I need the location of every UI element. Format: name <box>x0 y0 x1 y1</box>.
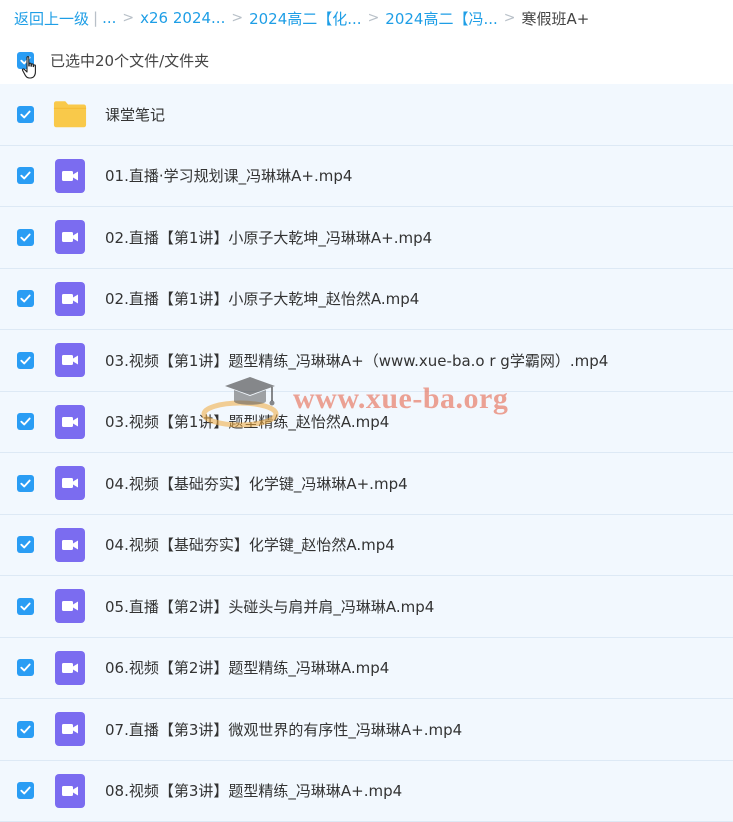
file-name[interactable]: 07.直播【第3讲】微观世界的有序性_冯琳琳A+.mp4 <box>105 719 462 740</box>
file-name[interactable]: 03.视频【第1讲】题型精练_赵怡然A.mp4 <box>105 411 389 432</box>
breadcrumb-item[interactable]: 2024高二【冯... <box>385 8 497 29</box>
check-icon <box>19 354 32 367</box>
divider: | <box>93 9 98 27</box>
file-name[interactable]: 02.直播【第1讲】小原子大乾坤_冯琳琳A+.mp4 <box>105 227 432 248</box>
video-file-icon <box>55 343 85 377</box>
video-icon-wrap <box>53 220 87 254</box>
row-checkbox[interactable] <box>17 536 34 553</box>
folder-row[interactable]: 课堂笔记 <box>0 84 733 146</box>
video-file-icon <box>55 220 85 254</box>
select-all-checkbox[interactable] <box>17 52 34 69</box>
breadcrumb-ellipsis[interactable]: ... <box>102 9 116 27</box>
selection-bar: 已选中20个文件/文件夹 <box>0 36 733 84</box>
check-icon <box>19 723 32 736</box>
file-name[interactable]: 08.视频【第3讲】题型精练_冯琳琳A+.mp4 <box>105 780 402 801</box>
file-name[interactable]: 02.直播【第1讲】小原子大乾坤_赵怡然A.mp4 <box>105 288 419 309</box>
row-checkbox[interactable] <box>17 290 34 307</box>
file-row[interactable]: 06.视频【第2讲】题型精练_冯琳琳A.mp4 <box>0 638 733 700</box>
file-name[interactable]: 课堂笔记 <box>105 104 165 125</box>
file-row[interactable]: 04.视频【基础夯实】化学键_赵怡然A.mp4 <box>0 515 733 577</box>
video-icon-wrap <box>53 589 87 623</box>
file-row[interactable]: 03.视频【第1讲】题型精练_赵怡然A.mp4 <box>0 392 733 454</box>
video-icon-wrap <box>53 712 87 746</box>
file-row[interactable]: 01.直播·学习规划课_冯琳琳A+.mp4 <box>0 146 733 208</box>
chevron-right-icon: > <box>231 10 243 26</box>
chevron-right-icon: > <box>368 10 380 26</box>
row-checkbox[interactable] <box>17 598 34 615</box>
row-checkbox[interactable] <box>17 167 34 184</box>
row-checkbox[interactable] <box>17 721 34 738</box>
check-icon <box>19 415 32 428</box>
check-icon <box>19 477 32 490</box>
back-link[interactable]: 返回上一级 <box>14 8 89 29</box>
check-icon <box>19 292 32 305</box>
check-icon <box>19 538 32 551</box>
check-icon <box>19 169 32 182</box>
video-icon-wrap <box>53 159 87 193</box>
folder-icon <box>53 99 87 129</box>
check-icon <box>19 600 32 613</box>
check-icon <box>19 231 32 244</box>
row-checkbox[interactable] <box>17 475 34 492</box>
file-name[interactable]: 03.视频【第1讲】题型精练_冯琳琳A+（www.xue-ba.o r g学霸网… <box>105 350 608 371</box>
breadcrumb-item[interactable]: 2024高二【化... <box>249 8 361 29</box>
file-name[interactable]: 01.直播·学习规划课_冯琳琳A+.mp4 <box>105 165 352 186</box>
video-icon-wrap <box>53 405 87 439</box>
video-file-icon <box>55 651 85 685</box>
check-icon <box>19 784 32 797</box>
row-checkbox[interactable] <box>17 352 34 369</box>
folder-icon-wrap <box>53 97 87 131</box>
video-file-icon <box>55 589 85 623</box>
breadcrumb-item[interactable]: x26 2024... <box>140 9 225 27</box>
file-row[interactable]: 04.视频【基础夯实】化学键_冯琳琳A+.mp4 <box>0 453 733 515</box>
row-checkbox[interactable] <box>17 659 34 676</box>
video-file-icon <box>55 282 85 316</box>
row-checkbox[interactable] <box>17 106 34 123</box>
file-row[interactable]: 07.直播【第3讲】微观世界的有序性_冯琳琳A+.mp4 <box>0 699 733 761</box>
chevron-right-icon: > <box>504 10 516 26</box>
video-icon-wrap <box>53 343 87 377</box>
file-row[interactable]: 02.直播【第1讲】小原子大乾坤_冯琳琳A+.mp4 <box>0 207 733 269</box>
check-icon <box>19 108 32 121</box>
row-checkbox[interactable] <box>17 229 34 246</box>
video-file-icon <box>55 466 85 500</box>
video-file-icon <box>55 405 85 439</box>
breadcrumb-current: 寒假班A+ <box>522 8 590 29</box>
video-file-icon <box>55 774 85 808</box>
file-row[interactable]: 02.直播【第1讲】小原子大乾坤_赵怡然A.mp4 <box>0 269 733 331</box>
file-name[interactable]: 04.视频【基础夯实】化学键_冯琳琳A+.mp4 <box>105 473 408 494</box>
breadcrumb: 返回上一级 | ... > x26 2024... > 2024高二【化... … <box>0 0 733 36</box>
check-icon <box>19 661 32 674</box>
video-icon-wrap <box>53 774 87 808</box>
file-name[interactable]: 06.视频【第2讲】题型精练_冯琳琳A.mp4 <box>105 657 389 678</box>
video-icon-wrap <box>53 282 87 316</box>
file-list: 课堂笔记 01.直播·学习规划课_冯琳琳A+.mp4 02.直播【第1讲】小原子大乾… <box>0 84 733 822</box>
selection-count-text: 已选中20个文件/文件夹 <box>50 50 209 71</box>
video-file-icon <box>55 712 85 746</box>
video-icon-wrap <box>53 466 87 500</box>
file-row[interactable]: 08.视频【第3讲】题型精练_冯琳琳A+.mp4 <box>0 761 733 822</box>
row-checkbox[interactable] <box>17 413 34 430</box>
file-row[interactable]: 03.视频【第1讲】题型精练_冯琳琳A+（www.xue-ba.o r g学霸网… <box>0 330 733 392</box>
video-file-icon <box>55 159 85 193</box>
check-icon <box>19 54 32 67</box>
video-icon-wrap <box>53 651 87 685</box>
video-icon-wrap <box>53 528 87 562</box>
file-name[interactable]: 04.视频【基础夯实】化学键_赵怡然A.mp4 <box>105 534 395 555</box>
row-checkbox[interactable] <box>17 782 34 799</box>
video-file-icon <box>55 528 85 562</box>
file-name[interactable]: 05.直播【第2讲】头碰头与肩并肩_冯琳琳A.mp4 <box>105 596 434 617</box>
chevron-right-icon: > <box>122 10 134 26</box>
file-row[interactable]: 05.直播【第2讲】头碰头与肩并肩_冯琳琳A.mp4 <box>0 576 733 638</box>
